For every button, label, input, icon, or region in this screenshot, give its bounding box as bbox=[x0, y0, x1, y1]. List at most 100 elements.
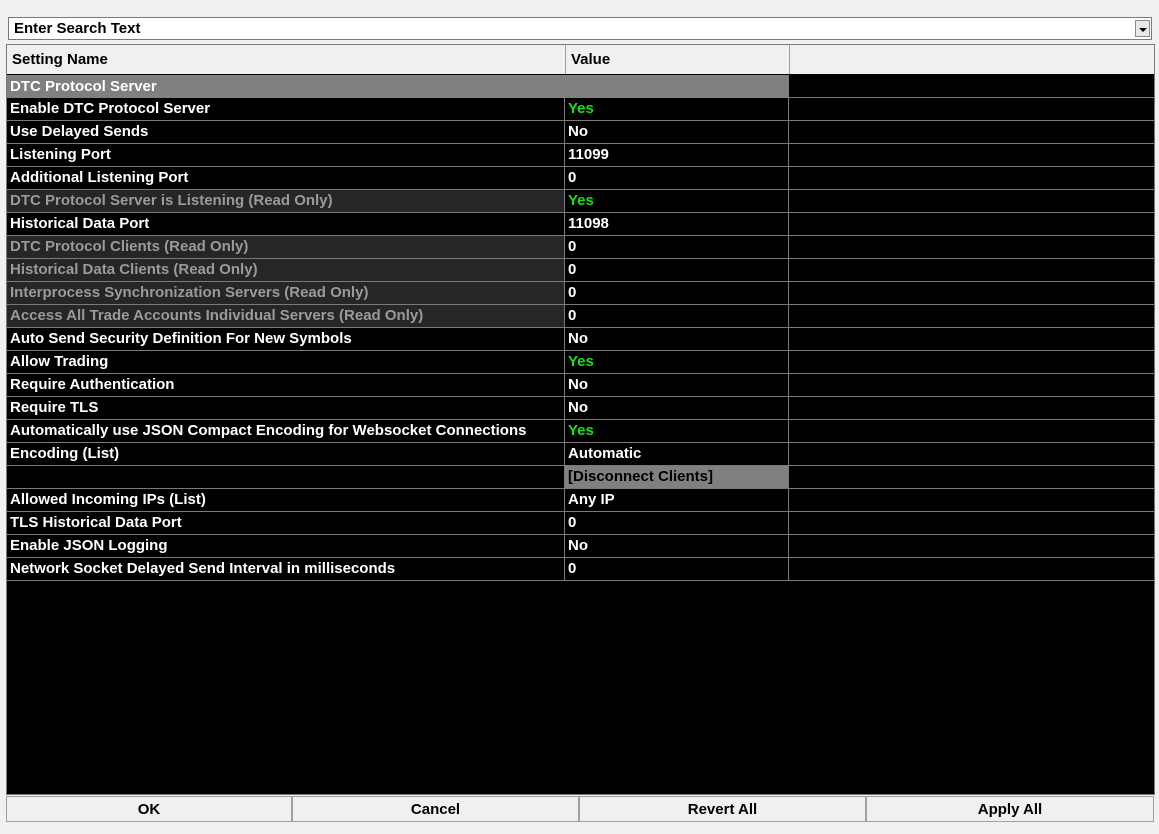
ok-button[interactable]: OK bbox=[6, 796, 292, 822]
setting-value-cell[interactable]: No bbox=[565, 328, 789, 351]
section-title: DTC Protocol Server bbox=[7, 75, 789, 98]
empty-cell bbox=[789, 351, 1154, 374]
table-row[interactable]: Network Socket Delayed Send Interval in … bbox=[7, 558, 1154, 581]
search-input[interactable]: Enter Search Text bbox=[14, 20, 140, 38]
setting-name-cell: Network Socket Delayed Send Interval in … bbox=[7, 558, 565, 581]
grid-header: Setting Name Value bbox=[7, 45, 1154, 74]
table-row[interactable]: Require TLS No bbox=[7, 397, 1154, 420]
setting-name-cell: Auto Send Security Definition For New Sy… bbox=[7, 328, 565, 351]
dropdown-arrow-icon[interactable] bbox=[1135, 20, 1150, 37]
table-row[interactable]: Historical Data Port 11098 bbox=[7, 213, 1154, 236]
table-row[interactable]: Listening Port 11099 bbox=[7, 144, 1154, 167]
empty-cell bbox=[789, 167, 1154, 190]
disconnect-clients-button[interactable]: [Disconnect Clients] bbox=[565, 466, 789, 489]
setting-name-cell: Automatically use JSON Compact Encoding … bbox=[7, 420, 565, 443]
search-combobox[interactable]: Enter Search Text bbox=[8, 17, 1152, 40]
setting-name-cell: Use Delayed Sends bbox=[7, 121, 565, 144]
table-row[interactable]: Additional Listening Port 0 bbox=[7, 167, 1154, 190]
setting-name-cell: Access All Trade Accounts Individual Ser… bbox=[7, 305, 565, 328]
table-row[interactable]: Use Delayed Sends No bbox=[7, 121, 1154, 144]
empty-cell bbox=[789, 512, 1154, 535]
setting-value-cell[interactable]: No bbox=[565, 121, 789, 144]
setting-name-cell: DTC Protocol Clients (Read Only) bbox=[7, 236, 565, 259]
empty-cell bbox=[789, 213, 1154, 236]
setting-value-cell[interactable]: Yes bbox=[565, 420, 789, 443]
setting-name-cell: DTC Protocol Server is Listening (Read O… bbox=[7, 190, 565, 213]
empty-cell bbox=[789, 190, 1154, 213]
table-row[interactable]: DTC Protocol Clients (Read Only) 0 bbox=[7, 236, 1154, 259]
cancel-button[interactable]: Cancel bbox=[292, 796, 579, 822]
empty-cell bbox=[789, 259, 1154, 282]
table-row[interactable]: Auto Send Security Definition For New Sy… bbox=[7, 328, 1154, 351]
empty-cell bbox=[789, 535, 1154, 558]
setting-name-cell: Listening Port bbox=[7, 144, 565, 167]
setting-name-cell: Allow Trading bbox=[7, 351, 565, 374]
setting-value-cell[interactable]: Yes bbox=[565, 98, 789, 121]
setting-value-cell[interactable]: Yes bbox=[565, 351, 789, 374]
empty-cell bbox=[789, 397, 1154, 420]
setting-name-cell: Require TLS bbox=[7, 397, 565, 420]
setting-value-cell: Yes bbox=[565, 190, 789, 213]
setting-name-cell: Require Authentication bbox=[7, 374, 565, 397]
setting-value-cell[interactable]: 0 bbox=[565, 512, 789, 535]
table-row[interactable]: Access All Trade Accounts Individual Ser… bbox=[7, 305, 1154, 328]
empty-cell bbox=[789, 420, 1154, 443]
empty-cell bbox=[789, 98, 1154, 121]
empty-cell bbox=[789, 75, 1154, 98]
empty-cell bbox=[789, 236, 1154, 259]
empty-cell bbox=[789, 489, 1154, 512]
table-row[interactable]: Interprocess Synchronization Servers (Re… bbox=[7, 282, 1154, 305]
empty-cell bbox=[789, 374, 1154, 397]
table-row[interactable]: DTC Protocol Server is Listening (Read O… bbox=[7, 190, 1154, 213]
setting-name-cell: Enable JSON Logging bbox=[7, 535, 565, 558]
empty-cell bbox=[789, 443, 1154, 466]
table-row[interactable]: Encoding (List) Automatic bbox=[7, 443, 1154, 466]
setting-value-cell: 0 bbox=[565, 305, 789, 328]
setting-value-cell: 0 bbox=[565, 259, 789, 282]
setting-value-cell[interactable]: Automatic bbox=[565, 443, 789, 466]
setting-value-cell[interactable]: No bbox=[565, 397, 789, 420]
setting-name-cell: Historical Data Port bbox=[7, 213, 565, 236]
empty-cell bbox=[789, 305, 1154, 328]
settings-rows: DTC Protocol Server Enable DTC Protocol S… bbox=[7, 75, 1154, 581]
dialog-button-bar: OK Cancel Revert All Apply All bbox=[6, 796, 1155, 822]
setting-name-cell: TLS Historical Data Port bbox=[7, 512, 565, 535]
setting-value-cell[interactable]: 0 bbox=[565, 558, 789, 581]
table-row[interactable]: Allow Trading Yes bbox=[7, 351, 1154, 374]
empty-cell bbox=[789, 328, 1154, 351]
setting-value-cell[interactable]: No bbox=[565, 535, 789, 558]
table-row[interactable]: Require Authentication No bbox=[7, 374, 1154, 397]
setting-value-cell[interactable]: 11098 bbox=[565, 213, 789, 236]
table-row[interactable]: Automatically use JSON Compact Encoding … bbox=[7, 420, 1154, 443]
setting-name-cell: Encoding (List) bbox=[7, 443, 565, 466]
setting-value-cell[interactable]: No bbox=[565, 374, 789, 397]
empty-cell bbox=[789, 282, 1154, 305]
table-row[interactable]: TLS Historical Data Port 0 bbox=[7, 512, 1154, 535]
empty-cell bbox=[789, 558, 1154, 581]
setting-name-cell: Enable DTC Protocol Server bbox=[7, 98, 565, 121]
setting-value-cell[interactable]: 0 bbox=[565, 167, 789, 190]
setting-value-cell: 0 bbox=[565, 282, 789, 305]
table-row[interactable]: Enable JSON Logging No bbox=[7, 535, 1154, 558]
setting-value-cell: 0 bbox=[565, 236, 789, 259]
revert-all-button[interactable]: Revert All bbox=[579, 796, 866, 822]
setting-name-cell: (Button) bbox=[7, 466, 565, 489]
setting-name-cell: Interprocess Synchronization Servers (Re… bbox=[7, 282, 565, 305]
table-row[interactable]: Allowed Incoming IPs (List) Any IP bbox=[7, 489, 1154, 512]
setting-name-cell: Additional Listening Port bbox=[7, 167, 565, 190]
setting-name-cell: Allowed Incoming IPs (List) bbox=[7, 489, 565, 512]
table-row[interactable]: (Button) [Disconnect Clients] bbox=[7, 466, 1154, 489]
table-row[interactable]: Historical Data Clients (Read Only) 0 bbox=[7, 259, 1154, 282]
setting-value-cell[interactable]: Any IP bbox=[565, 489, 789, 512]
empty-cell bbox=[789, 144, 1154, 167]
section-header-row[interactable]: DTC Protocol Server bbox=[7, 75, 1154, 98]
column-header-empty bbox=[790, 45, 1154, 74]
empty-cell bbox=[789, 121, 1154, 144]
setting-name-cell: Historical Data Clients (Read Only) bbox=[7, 259, 565, 282]
setting-value-cell[interactable]: 11099 bbox=[565, 144, 789, 167]
column-header-setting-name[interactable]: Setting Name bbox=[7, 45, 566, 74]
settings-grid[interactable]: Setting Name Value DTC Protocol Server En… bbox=[6, 44, 1155, 795]
table-row[interactable]: Enable DTC Protocol Server Yes bbox=[7, 98, 1154, 121]
apply-all-button[interactable]: Apply All bbox=[866, 796, 1154, 822]
column-header-value[interactable]: Value bbox=[566, 45, 790, 74]
